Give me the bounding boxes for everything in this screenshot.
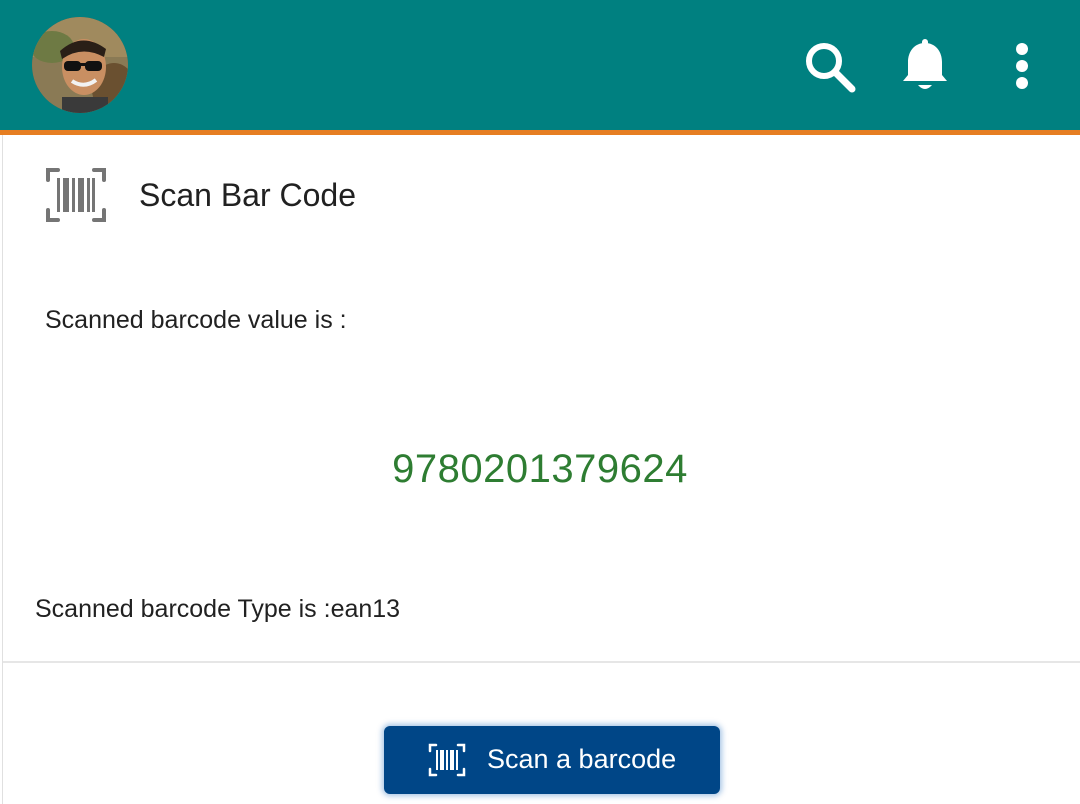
barcode-value-label: Scanned barcode value is : (45, 306, 347, 334)
card-divider (3, 661, 1080, 663)
bell-icon[interactable] (897, 38, 953, 94)
app-bar (0, 0, 1080, 130)
search-icon[interactable] (801, 38, 857, 94)
barcode-value: 9780201379624 (392, 447, 688, 491)
scan-barcode-button[interactable]: Scan a barcode (384, 726, 720, 794)
more-vertical-icon[interactable] (994, 38, 1050, 94)
scan-barcode-button-label: Scan a barcode (487, 744, 677, 774)
barcode-type-label: Scanned barcode Type is :ean13 (35, 595, 401, 623)
barcode-scanner-icon (428, 743, 466, 777)
card-title: Scan Bar Code (139, 177, 357, 213)
avatar-image (32, 17, 128, 113)
barcode-scanner-icon (44, 166, 108, 224)
user-avatar[interactable] (32, 17, 128, 113)
